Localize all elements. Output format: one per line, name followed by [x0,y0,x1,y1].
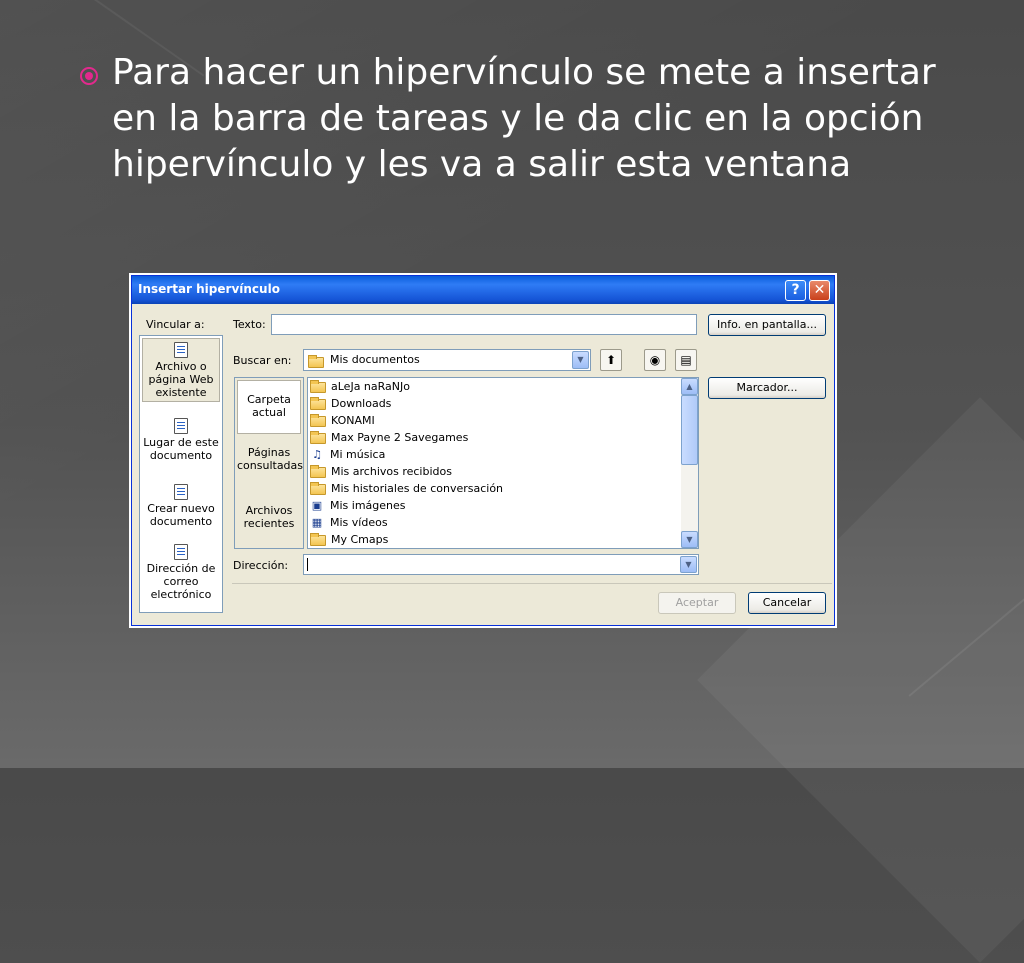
email-icon [174,544,188,560]
link-existing-file-label: Archivo o página Web existente [148,360,214,399]
chevron-down-icon[interactable]: ▼ [572,351,589,369]
list-item[interactable]: My Cmaps [310,531,388,548]
file-name: Mis vídeos [330,516,388,529]
insert-hyperlink-dialog: Insertar hipervínculo ? ✕ Vincular a: Ar… [129,273,837,628]
folder-icon [310,379,326,393]
dialog-title: Insertar hipervínculo [138,282,280,296]
list-item[interactable]: KONAMI [310,412,375,429]
file-name: Downloads [331,397,392,410]
link-email-label: Dirección de correo electrónico [146,562,216,601]
file-name: Mi música [330,448,386,461]
new-document-icon [174,484,188,500]
link-to-label: Vincular a: [146,318,205,331]
tab-browsed-pages[interactable]: Páginas consultadas [237,446,303,480]
list-item[interactable]: ▦ Mis vídeos [310,514,388,531]
link-new-document-label: Crear nuevo documento [147,502,215,528]
file-name: Max Payne 2 Savegames [331,431,469,444]
tab-recent-files[interactable]: Archivos recientes [237,504,301,538]
file-list-scrollbar[interactable]: ▲ ▼ [681,378,698,548]
help-button[interactable]: ? [785,280,806,301]
bullet-point: Para hacer un hipervínculo se mete a ins… [80,50,960,188]
pictures-folder-icon: ▣ [311,499,323,512]
dialog-titlebar[interactable]: Insertar hipervínculo ? ✕ [132,276,834,304]
scroll-up-icon[interactable]: ▲ [681,378,698,395]
list-item[interactable]: Mis historiales de conversación [310,480,503,497]
browse-web-icon[interactable]: ◉ [644,349,666,371]
folder-icon [310,481,326,495]
link-existing-file-item[interactable]: Archivo o página Web existente [142,338,220,402]
folder-icon [310,413,326,427]
close-button[interactable]: ✕ [809,280,830,301]
ok-button[interactable]: Aceptar [658,592,736,614]
browse-tabs-panel: Carpeta actual Páginas consultadas Archi… [234,377,304,549]
background-line [908,425,1024,697]
list-item[interactable]: ▣ Mis imágenes [310,497,406,514]
folder-icon [310,532,326,546]
folder-icon [310,396,326,410]
file-name: aLeJa naRaNJo [331,380,410,393]
link-email-item[interactable]: Dirección de correo electrónico [142,544,220,610]
browse-file-icon[interactable]: ▤ [675,349,697,371]
bullet-icon [80,67,98,85]
list-item[interactable]: Mis archivos recibidos [310,463,452,480]
file-name: KONAMI [331,414,375,427]
file-name: My Cmaps [331,533,389,546]
list-item[interactable]: Max Payne 2 Savegames [310,429,468,446]
folder-icon [310,464,326,478]
screen-tip-button[interactable]: Info. en pantalla... [708,314,826,336]
document-place-icon [174,418,188,434]
text-input[interactable] [271,314,697,335]
look-in-label: Buscar en: [233,354,292,367]
tab-current-folder[interactable]: Carpeta actual [237,380,301,434]
text-label: Texto: [233,318,266,331]
slide-body-text: Para hacer un hipervínculo se mete a ins… [112,52,936,185]
file-name: Mis archivos recibidos [331,465,452,478]
address-label: Dirección: [233,559,289,572]
link-place-in-document-item[interactable]: Lugar de este documento [142,418,220,468]
look-in-value: Mis documentos [330,353,420,366]
list-item[interactable]: aLeJa naRaNJo [310,378,410,395]
look-in-select[interactable]: Mis documentos ▼ [303,349,591,371]
link-place-in-document-label: Lugar de este documento [143,436,219,462]
scroll-down-icon[interactable]: ▼ [681,531,698,548]
text-cursor [307,558,308,571]
videos-folder-icon: ▦ [311,516,323,529]
music-folder-icon: ♫ [312,448,322,461]
folder-icon [310,430,326,444]
link-new-document-item[interactable]: Crear nuevo documento [142,484,220,534]
web-page-icon [174,342,188,358]
bookmark-button[interactable]: Marcador... [708,377,826,399]
scroll-thumb[interactable] [681,395,698,465]
separator [232,583,832,584]
list-item[interactable]: Downloads [310,395,391,412]
address-input[interactable]: ▼ [303,554,699,575]
cancel-button[interactable]: Cancelar [748,592,826,614]
dialog-window: Insertar hipervínculo ? ✕ Vincular a: Ar… [131,275,835,626]
file-list[interactable]: aLeJa naRaNJo Downloads KONAMI Max Payne… [307,377,699,549]
folder-icon [308,355,324,368]
file-name: Mis historiales de conversación [331,482,504,495]
up-folder-icon[interactable]: ⬆ [600,349,622,371]
chevron-down-icon[interactable]: ▼ [680,556,697,573]
link-to-panel: Archivo o página Web existente Lugar de … [139,335,223,613]
file-name: Mis imágenes [330,499,406,512]
list-item[interactable]: ♫ Mi música [310,446,385,463]
